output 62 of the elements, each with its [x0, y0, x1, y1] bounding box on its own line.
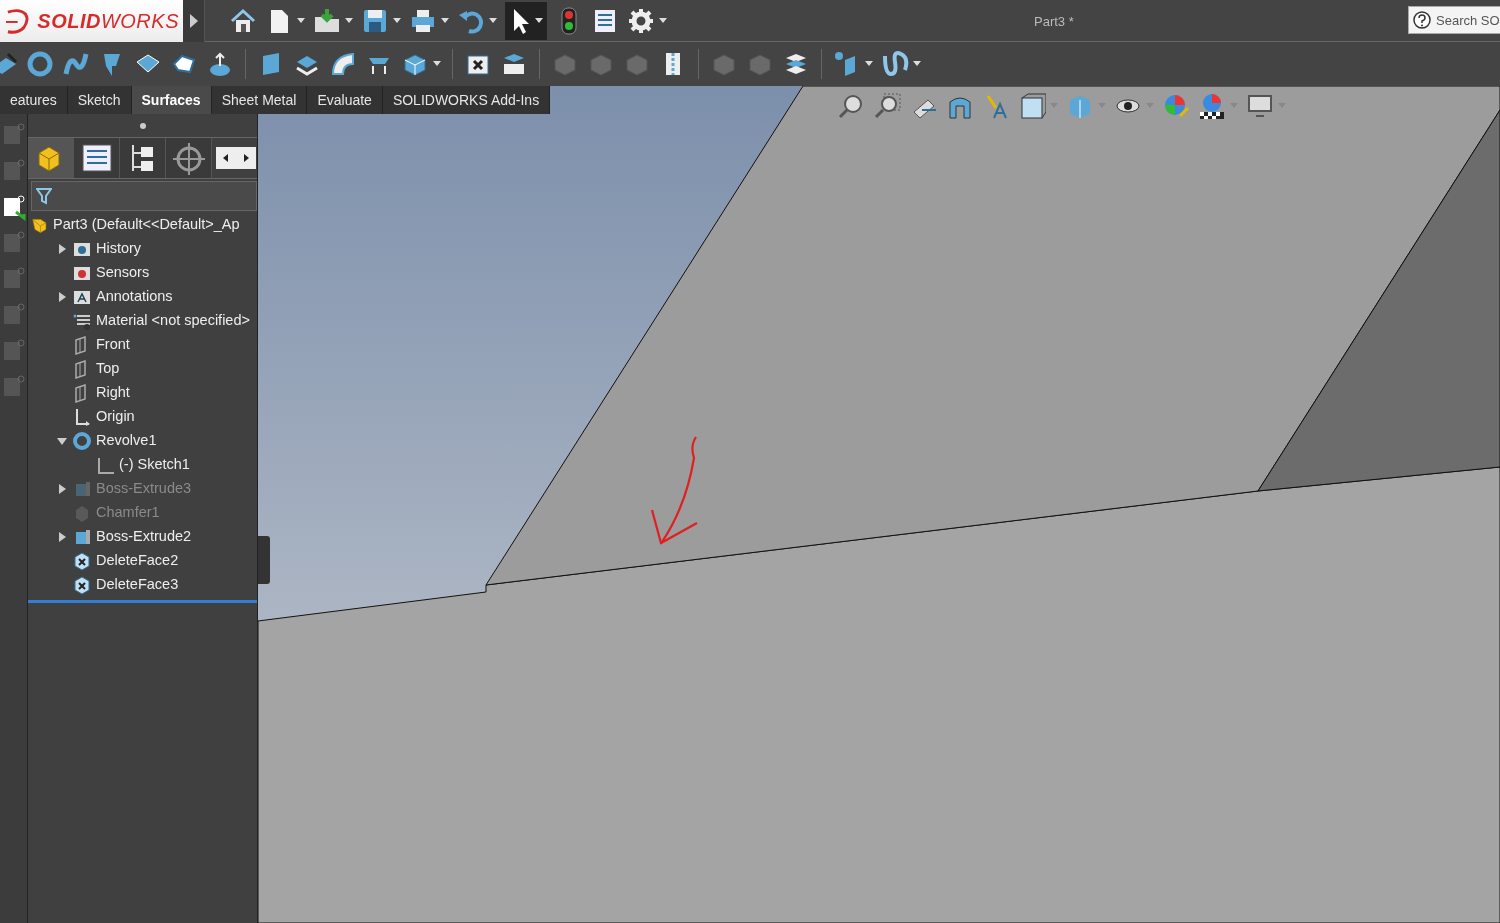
- document-title: Part3 *: [1034, 13, 1074, 31]
- extrude-feature-icon: [73, 527, 92, 547]
- open-folder-icon[interactable]: [313, 6, 341, 35]
- deleteface-feature-icon: [73, 575, 92, 595]
- command-tab[interactable]: Evaluate: [307, 86, 383, 114]
- command-tab[interactable]: Sheet Metal: [211, 86, 308, 114]
- tree-item[interactable]: Revolve1: [28, 429, 257, 453]
- origin-feature-icon: [73, 407, 92, 427]
- tree-item[interactable]: Front: [28, 333, 257, 357]
- logo-text: SOLIDWORKS: [37, 8, 179, 34]
- dropdown-caret-icon[interactable]: [865, 61, 873, 67]
- command-tab[interactable]: eatures: [0, 86, 68, 114]
- tree-item[interactable]: Boss-Extrude2: [28, 525, 257, 549]
- tree-item[interactable]: History: [28, 237, 257, 261]
- tree-root-label: Part3 (Default<<Default>_Ap: [53, 215, 240, 235]
- collapse-caret-icon[interactable]: [57, 436, 67, 446]
- command-tab[interactable]: SOLIDWORKS Add-Ins: [382, 86, 551, 114]
- filter-field[interactable]: [31, 181, 257, 211]
- curves-icon[interactable]: [881, 50, 909, 78]
- command-tab[interactable]: Sketch: [67, 86, 132, 114]
- tree-item[interactable]: Right: [28, 381, 257, 405]
- dropdown-caret-icon[interactable]: [433, 61, 441, 67]
- view-settings-icon[interactable]: [1246, 92, 1274, 120]
- note-arrow-icon[interactable]: [1, 194, 26, 222]
- revolved-surface-icon[interactable]: [26, 50, 54, 78]
- tree-item[interactable]: Material <not specified>: [28, 309, 257, 333]
- ruled-surface-icon[interactable]: [329, 50, 357, 78]
- scroll-right-icon[interactable]: [236, 147, 256, 169]
- expand-caret-icon[interactable]: [57, 484, 67, 494]
- settings-icon[interactable]: [627, 6, 655, 35]
- filter-icon: [36, 187, 52, 205]
- view-orientation-icon[interactable]: [1018, 92, 1046, 120]
- tree-item[interactable]: DeleteFace2: [28, 549, 257, 573]
- revolve-feature-icon: [73, 431, 92, 451]
- expand-caret-icon[interactable]: [57, 244, 67, 254]
- dropdown-caret-icon[interactable]: [393, 17, 401, 24]
- tree-item[interactable]: (-) Sketch1: [28, 453, 257, 477]
- dropdown-caret-icon[interactable]: [297, 17, 305, 24]
- panel-grip-icon[interactable]: [138, 121, 147, 130]
- tree-item[interactable]: Origin: [28, 405, 257, 429]
- apply-scene-icon[interactable]: [1198, 92, 1226, 120]
- dropdown-caret-icon[interactable]: [913, 61, 921, 67]
- tree-item[interactable]: Sensors: [28, 261, 257, 285]
- dropdown-caret-icon[interactable]: [441, 17, 449, 24]
- tree-item[interactable]: Annotations: [28, 285, 257, 309]
- panel-collapse-handle[interactable]: [258, 536, 270, 584]
- deleteface-feature-icon: [73, 551, 92, 571]
- zoom-to-area-icon[interactable]: [874, 92, 902, 120]
- home-icon[interactable]: [229, 6, 257, 35]
- dropdown-caret-icon[interactable]: [345, 17, 353, 24]
- expand-caret-icon[interactable]: [57, 532, 67, 542]
- dropdown-caret-icon[interactable]: [659, 17, 667, 24]
- dropdown-caret-icon[interactable]: [489, 17, 497, 24]
- expand-caret-icon[interactable]: [57, 292, 67, 302]
- dropdown-caret-icon[interactable]: [535, 17, 543, 24]
- sketch-feature-icon: [96, 455, 115, 475]
- command-tab[interactable]: Surfaces: [131, 86, 212, 114]
- scroll-left-icon[interactable]: [216, 147, 236, 169]
- tree-item[interactable]: Top: [28, 357, 257, 381]
- tree-item[interactable]: DeleteFace3: [28, 573, 257, 597]
- extrude-feature-icon: [73, 479, 92, 499]
- expand-arrow-icon[interactable]: [189, 13, 198, 28]
